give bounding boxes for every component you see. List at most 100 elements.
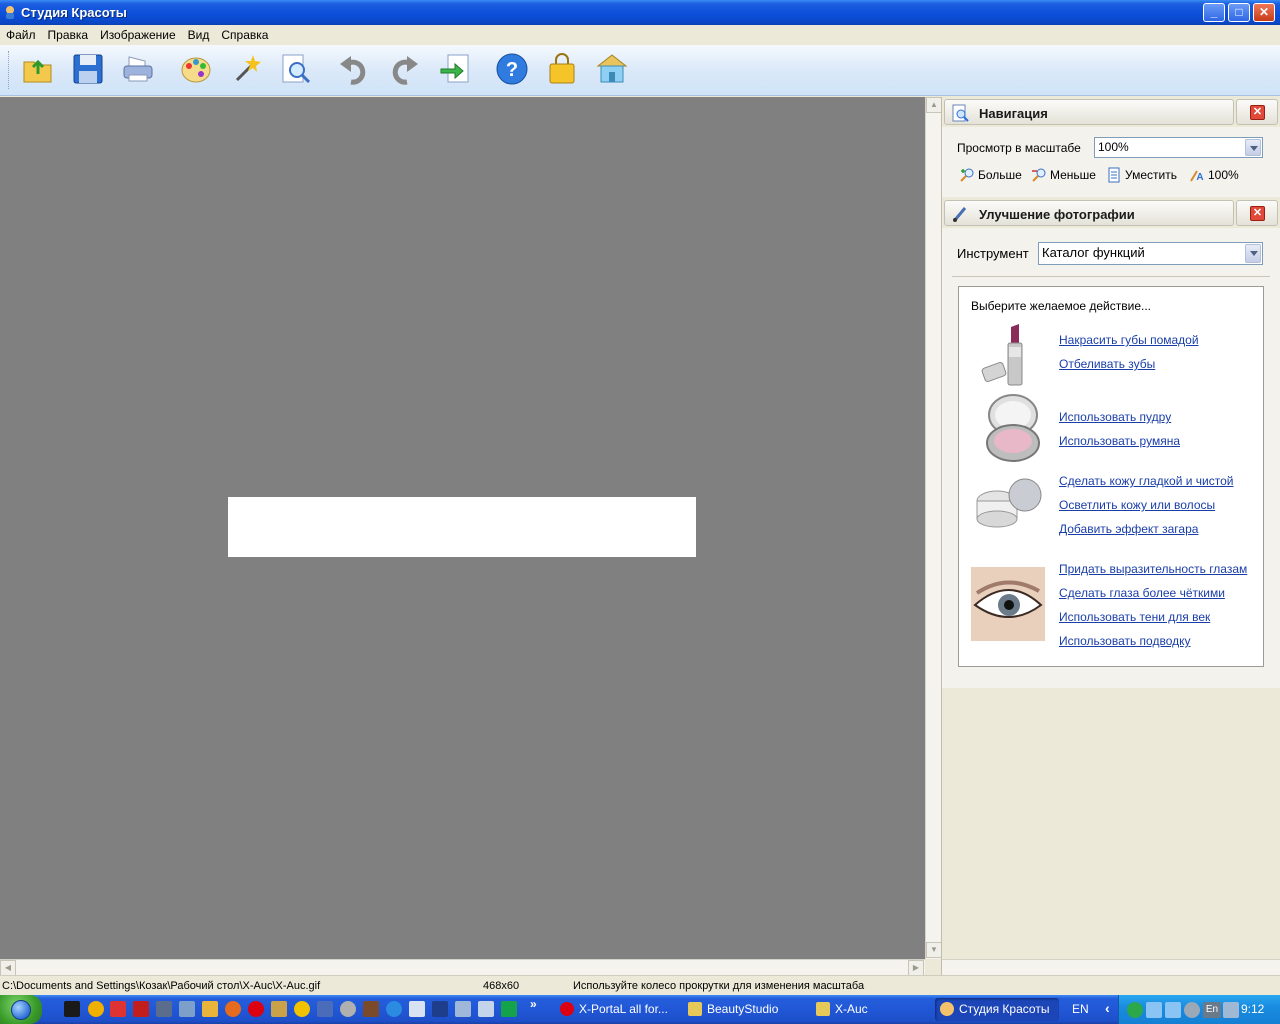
tray-app-icon[interactable] xyxy=(1223,1002,1239,1018)
scroll-right-icon[interactable]: ▶ xyxy=(908,960,924,976)
chevron-down-icon[interactable] xyxy=(1245,244,1261,263)
eyeliner-link[interactable]: Использовать подводку xyxy=(1059,634,1191,648)
zoom-in-button[interactable]: Больше xyxy=(959,167,1022,187)
whiten-teeth-link[interactable]: Отбеливать зубы xyxy=(1059,357,1155,371)
home-button[interactable] xyxy=(595,52,629,86)
smile-icon[interactable] xyxy=(294,1001,310,1017)
navigation-panel-header[interactable]: Навигация xyxy=(944,99,1234,125)
tray-expand-icon[interactable]: ‹ xyxy=(1105,1000,1110,1016)
reader-icon[interactable] xyxy=(271,1001,287,1017)
aimp-icon[interactable] xyxy=(88,1001,104,1017)
navigation-panel-title: Навигация xyxy=(979,106,1048,121)
tool-select[interactable]: Каталог функций xyxy=(1038,242,1263,265)
expressive-eyes-link[interactable]: Придать выразительность глазам xyxy=(1059,562,1247,576)
network-icon[interactable] xyxy=(1165,1002,1181,1018)
enhance-panel-header[interactable]: Улучшение фотографии xyxy=(944,200,1234,226)
language-indicator[interactable]: EN xyxy=(1072,1002,1089,1016)
maximize-button[interactable]: □ xyxy=(1228,3,1250,22)
image-canvas[interactable] xyxy=(0,97,925,959)
chevron-down-icon[interactable] xyxy=(1245,139,1261,156)
network-icon[interactable] xyxy=(455,1001,471,1017)
ie-icon[interactable] xyxy=(386,1001,402,1017)
save-button[interactable] xyxy=(71,52,105,86)
tan-effect-link[interactable]: Добавить эффект загара xyxy=(1059,522,1198,536)
start-button[interactable] xyxy=(0,995,42,1024)
title-bar: Студия Красоты _ □ ✕ xyxy=(0,0,1280,25)
fit-button[interactable]: Уместить xyxy=(1106,167,1177,187)
magic-wand-icon xyxy=(235,55,261,82)
navigation-icon xyxy=(952,104,969,122)
smooth-skin-link[interactable]: Сделать кожу гладкой и чистой xyxy=(1059,474,1233,488)
7zip-icon[interactable] xyxy=(64,1001,80,1017)
bird-icon[interactable] xyxy=(478,1001,494,1017)
app-icon xyxy=(6,6,14,19)
export-button[interactable] xyxy=(438,52,472,86)
magic-wand-button[interactable] xyxy=(229,52,263,86)
filezilla-icon[interactable] xyxy=(133,1001,149,1017)
svg-text:?: ? xyxy=(506,59,518,81)
quick-launch-more[interactable]: » xyxy=(530,997,537,1011)
eyeshadow-link[interactable]: Использовать тени для век xyxy=(1059,610,1210,624)
firefox-icon[interactable] xyxy=(225,1001,241,1017)
open-button[interactable] xyxy=(21,52,55,86)
panel-scrollbar[interactable] xyxy=(942,959,1280,975)
task-xportal[interactable]: X-PortaL all for... xyxy=(555,998,683,1021)
home-icon xyxy=(596,54,628,83)
menu-bar: Файл Правка Изображение Вид Справка xyxy=(0,25,1280,45)
use-powder-link[interactable]: Использовать пудру xyxy=(1059,410,1171,424)
menu-image[interactable]: Изображение xyxy=(94,25,182,45)
keyboard-layout[interactable]: En xyxy=(1203,1002,1221,1018)
menu-help[interactable]: Справка xyxy=(215,25,274,45)
opera-icon[interactable] xyxy=(248,1001,264,1017)
actual-size-button[interactable]: A 100% xyxy=(1189,167,1239,187)
disc-icon[interactable] xyxy=(340,1001,356,1017)
horizontal-scrollbar[interactable]: ◀ ▶ xyxy=(0,959,925,976)
palette-button[interactable] xyxy=(179,52,213,86)
disk-icon[interactable] xyxy=(317,1001,333,1017)
use-blush-link[interactable]: Использовать румяна xyxy=(1059,434,1180,448)
sun-icon[interactable] xyxy=(202,1001,218,1017)
print-button[interactable] xyxy=(121,52,155,86)
menu-file[interactable]: Файл xyxy=(0,25,42,45)
menu-edit[interactable]: Правка xyxy=(42,25,95,45)
grid-icon[interactable] xyxy=(409,1001,425,1017)
fire-icon[interactable] xyxy=(110,1001,126,1017)
scroll-down-icon[interactable]: ▼ xyxy=(926,942,942,958)
k-meleon-icon[interactable] xyxy=(179,1001,195,1017)
side-panel: Навигация ✕ Просмотр в масштабе 100% Бол… xyxy=(941,97,1280,975)
task-beauty-studio-active[interactable]: Студия Красоты xyxy=(935,998,1059,1021)
sharper-eyes-link[interactable]: Сделать глаза более чёткими xyxy=(1059,586,1225,600)
zoom-button[interactable] xyxy=(279,52,313,86)
minimize-button[interactable]: _ xyxy=(1203,3,1225,22)
image-preview xyxy=(228,497,696,557)
menu-view[interactable]: Вид xyxy=(182,25,216,45)
lipstick-link[interactable]: Накрасить губы помадой xyxy=(1059,333,1199,347)
windows-icon[interactable] xyxy=(432,1001,448,1017)
icq-icon[interactable] xyxy=(1127,1002,1143,1018)
scroll-left-icon[interactable]: ◀ xyxy=(0,960,16,976)
vertical-scrollbar[interactable]: ▲ ▼ xyxy=(925,97,942,959)
toolbar-grip[interactable] xyxy=(8,51,11,89)
h-icon[interactable] xyxy=(501,1001,517,1017)
sound-icon[interactable] xyxy=(1184,1002,1200,1018)
buy-button[interactable] xyxy=(545,52,579,86)
close-button[interactable]: ✕ xyxy=(1253,3,1275,22)
task-xauc[interactable]: X-Auc xyxy=(811,998,931,1021)
network-icon[interactable] xyxy=(1146,1002,1162,1018)
navigation-panel-close-button[interactable]: ✕ xyxy=(1236,99,1278,125)
lighten-skin-link[interactable]: Осветлить кожу или волосы xyxy=(1059,498,1215,512)
status-bar: C:\Documents and Settings\Козак\Рабочий … xyxy=(0,975,1280,995)
scroll-up-icon[interactable]: ▲ xyxy=(926,97,942,113)
help-button[interactable]: ? xyxy=(495,52,529,86)
maximize-icon: □ xyxy=(1235,5,1243,19)
undo-button[interactable] xyxy=(337,52,371,86)
download-icon[interactable] xyxy=(156,1001,172,1017)
task-beautystudio[interactable]: BeautyStudio xyxy=(683,998,811,1021)
enhance-panel-close-button[interactable]: ✕ xyxy=(1236,200,1278,226)
action-prompt: Выберите желаемое действие... xyxy=(971,299,1151,313)
zoom-select[interactable]: 100% xyxy=(1094,137,1263,158)
system-tray: En 9:12 xyxy=(1118,995,1280,1024)
zoom-out-button[interactable]: Меньше xyxy=(1031,167,1096,187)
redo-button[interactable] xyxy=(387,52,421,86)
winrar-icon[interactable] xyxy=(363,1001,379,1017)
